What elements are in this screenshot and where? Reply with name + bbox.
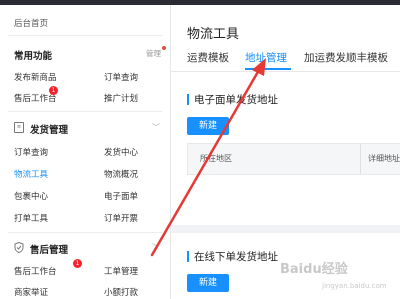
divider	[8, 35, 162, 36]
tab-freight-template[interactable]: 运费模板	[187, 50, 229, 65]
sidebar-item-home[interactable]: 后台首页	[14, 17, 48, 29]
section-aftersale-title[interactable]: 售后管理	[30, 242, 68, 256]
column-header-detail: 详细地址	[368, 154, 400, 163]
sidebar-item-ticket-management[interactable]: 工单管理	[104, 265, 138, 277]
page-title: 物流工具	[187, 27, 240, 42]
watermark-logo: Baidu经验	[280, 262, 348, 277]
sidebar-item-merchant-evidence[interactable]: 商家举证	[14, 286, 48, 298]
sidebar-item-shipping-center[interactable]: 发货中心	[104, 146, 138, 158]
divider	[8, 232, 162, 233]
shield-check-icon	[14, 241, 24, 254]
count-badge: 1	[49, 86, 58, 95]
sidebar: 后台首页 常用功能 管理 发布新商品 订单查询 售后工作台 1 推广计划 ≡ 发…	[0, 5, 171, 299]
section-marker	[187, 251, 189, 262]
sidebar-item-publish[interactable]: 发布新商品	[14, 71, 57, 83]
section-common-title: 常用功能	[14, 51, 53, 62]
section-online-order-title: 在线下单发货地址	[194, 251, 278, 263]
new-online-order-address-button[interactable]: 新建	[187, 274, 229, 292]
divider	[8, 111, 162, 112]
count-badge: 1	[73, 259, 82, 268]
sidebar-item-logistics-overview[interactable]: 物流概况	[104, 168, 138, 180]
sidebar-item-order-query[interactable]: 订单查询	[104, 71, 138, 83]
watermark-url: jingyan.baidu.com	[322, 282, 387, 290]
address-table-header: 所在地区 详细地址	[187, 143, 400, 175]
sidebar-item-invoice[interactable]: 订单开票	[104, 212, 138, 224]
document-icon: ≡	[14, 122, 24, 133]
tab-address-management[interactable]: 地址管理	[245, 50, 287, 65]
tab-sf-template[interactable]: 加运费发顺丰模板	[304, 50, 388, 65]
new-ewaybill-address-button[interactable]: 新建	[187, 117, 229, 135]
active-tab-indicator	[245, 68, 291, 70]
sidebar-item-logistics-tools[interactable]: 物流工具	[14, 168, 48, 180]
sidebar-item-print-tool[interactable]: 打单工具	[14, 212, 48, 224]
sidebar-item-e-waybill[interactable]: 电子面单	[104, 190, 138, 202]
sidebar-item-small-payment[interactable]: 小额打款	[104, 286, 138, 298]
column-separator	[360, 144, 361, 174]
sidebar-item-package-center[interactable]: 包裹中心	[14, 190, 48, 202]
sidebar-item-aftersale-desk-2[interactable]: 售后工作台	[14, 265, 57, 277]
chevron-down-icon[interactable]: ﹀	[152, 122, 160, 133]
column-header-region: 所在地区	[200, 154, 232, 163]
section-ewaybill-title: 电子面单发货地址	[194, 94, 278, 106]
section-marker	[187, 94, 189, 105]
section-shipping-title[interactable]: 发货管理	[30, 122, 68, 136]
sidebar-item-order-query-2[interactable]: 订单查询	[14, 146, 48, 158]
manage-link[interactable]: 管理	[146, 48, 161, 59]
section-gap	[171, 225, 400, 233]
notification-dot	[162, 46, 166, 50]
main-panel: 物流工具 运费模板 地址管理 加运费发顺丰模板 电子面单发货地址 新建 所在地区…	[171, 5, 400, 299]
tab-bar: 运费模板 地址管理 加运费发顺丰模板	[171, 47, 400, 72]
chevron-down-icon[interactable]: ﹀	[152, 242, 160, 253]
sidebar-item-promotion[interactable]: 推广计划	[104, 92, 138, 104]
